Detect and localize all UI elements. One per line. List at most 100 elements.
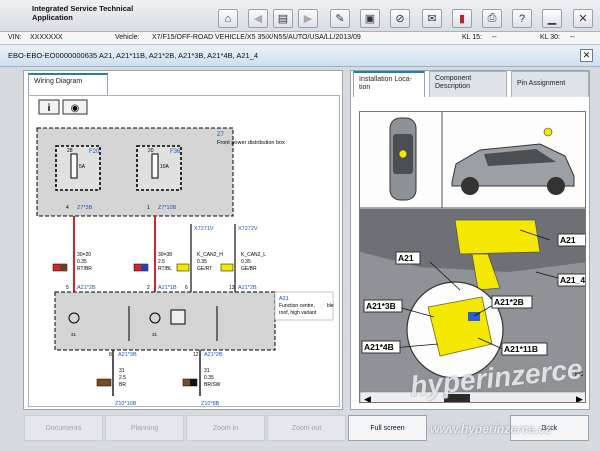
w5-spec-2: 2.5 [119, 375, 126, 381]
document-title: EBO-EBO-EO0000000635 A21, A21*11B, A21*2… [8, 51, 259, 60]
connector-a21-3b: A21*3B [118, 352, 137, 358]
a21-function-centre-box [54, 291, 276, 351]
vehicle-info-bar: VIN: XXXXXXX Vehicle: X7/F15/OFF-ROAD VE… [0, 32, 600, 45]
scroll-left-icon: ◀ [364, 394, 371, 403]
pin-12: 12 [193, 352, 199, 358]
car-top-view-image [389, 117, 417, 201]
kl30-label: KL 30: [540, 34, 560, 41]
z7-ref: Z7 [217, 132, 225, 138]
w2-spec-2: 2.5 [158, 259, 165, 265]
location-marker [543, 127, 553, 137]
battery-button[interactable]: ▮ [452, 9, 472, 28]
document-list-button[interactable]: ▤ [273, 9, 293, 28]
fuse-f20-symbol [70, 153, 78, 179]
tab-component-description[interactable]: Component Description [429, 71, 507, 97]
w6-spec-1: 31 [204, 368, 210, 374]
print-button[interactable]: ⎙ [482, 9, 502, 28]
tab-label: Component Description [435, 75, 472, 90]
w4-spec-3: GE/BR [241, 266, 257, 272]
close-document-button[interactable]: ✕ [580, 49, 593, 62]
minimize-icon: ▁ [547, 13, 557, 25]
tab-label: Wiring Diagram [34, 78, 83, 85]
document-icon: ▤ [277, 13, 289, 25]
zoom-out-button[interactable]: Zoom out [267, 415, 346, 441]
a21-side-text: ble [327, 303, 334, 309]
fuse-f36-pin: 20 [148, 148, 154, 154]
module-symbol [170, 309, 186, 325]
battery-icon: ▮ [458, 13, 466, 25]
wire-color-br-sw-stripe [190, 379, 197, 386]
w1-spec-2: 0.35 [77, 259, 87, 265]
w4-spec-1: K_CAN2_L [241, 252, 266, 258]
exit-button[interactable]: ✕ [573, 9, 593, 28]
a21-desc-1: Function centre, [279, 303, 315, 309]
vehicle-label: Vehicle: [115, 34, 140, 41]
tab-pin-assignment[interactable]: Pin Assignment [511, 71, 589, 97]
connector-a21-2b-1: A21*2B [77, 285, 96, 291]
vin-label: VIN: [8, 34, 22, 41]
location-marker [398, 149, 408, 159]
diagnosis-button[interactable]: ⊘ [390, 9, 410, 28]
planning-button[interactable]: Planning [105, 415, 184, 441]
mail-button[interactable]: ✉ [422, 9, 442, 28]
a21-desc-2: roof, high variant [279, 310, 317, 316]
wrench-icon: ✎ [335, 13, 345, 25]
connector-z7-10b: Z7*10B [158, 205, 177, 211]
app-title: Integrated Service Technical Application [32, 4, 134, 22]
tab-label: Pin Assignment [517, 80, 566, 87]
tab-wiring-diagram[interactable]: Wiring Diagram [28, 73, 108, 95]
tab-installation-location[interactable]: Installation Loca-tion [353, 71, 425, 97]
kl30-value: -- [570, 34, 575, 41]
printer-icon: ⎙ [487, 12, 497, 24]
wiring-diagram-panel: Wiring Diagram i ◉ Z7 Front power distri… [23, 70, 343, 410]
vehicle-value: X7/F15/OFF-ROAD VEHICLE/X5 35iX/N55/AUTO… [152, 34, 361, 41]
home-button[interactable]: ⌂ [218, 9, 238, 28]
pin-5: 5 [66, 285, 69, 291]
connector-x7271v: X7271V [194, 226, 214, 232]
connector-z10-10b: Z10*10B [115, 401, 137, 407]
fuse-f20-pin: 28 [67, 148, 73, 154]
kl15-label: KL 15: [462, 34, 482, 41]
service-button[interactable]: ✎ [330, 9, 350, 28]
w3-spec-1: K_CAN2_H [197, 252, 223, 258]
a21-title: A21 [279, 296, 289, 302]
pin-6: 6 [185, 285, 188, 291]
fuse-f36-symbol [151, 153, 159, 179]
wire-color-ge-br [220, 263, 234, 272]
help-button[interactable]: ? [512, 9, 532, 28]
close-icon: ✕ [582, 50, 591, 60]
scroll-right-icon: ▶ [576, 394, 583, 403]
view-button[interactable]: ◉ [62, 99, 88, 115]
pin-8: 8 [109, 352, 112, 358]
back-arrow-button[interactable]: ◀ [248, 9, 268, 28]
w5-spec-3: BR [119, 382, 126, 388]
pin-4: 4 [66, 205, 69, 211]
home-icon: ⌂ [224, 12, 232, 25]
measurement-button[interactable]: ▣ [360, 9, 380, 28]
full-screen-button[interactable]: Full screen [348, 415, 427, 441]
close-icon: ✕ [578, 13, 588, 25]
eye-icon: ◉ [71, 103, 80, 114]
pin-31b: 31 [152, 332, 158, 337]
zoom-in-button[interactable]: Zoom in [186, 415, 265, 441]
connector-a21-2b-3: A21*2B [204, 352, 223, 358]
photo-label-a21-2b: A21*2B [494, 297, 524, 307]
documents-button[interactable]: Documents [24, 415, 103, 441]
wire-color-rt-br-stripe [60, 264, 67, 271]
photo-label-a21-4: A21_4 [560, 275, 585, 285]
w3-spec-2: 0.35 [197, 259, 207, 265]
w1-spec-3: RT/BR [77, 266, 92, 272]
mail-icon: ✉ [427, 13, 437, 25]
info-button[interactable]: i [38, 99, 60, 115]
connector-z10-8b: Z10*8B [201, 401, 220, 407]
photo-label-a21-3b: A21*3B [366, 301, 396, 311]
minimize-button[interactable]: ▁ [542, 9, 562, 28]
photo-label-a21-11b: A21*11B [504, 344, 538, 354]
wiring-diagram-canvas[interactable]: i ◉ Z7 Front power distribution box 28 5… [28, 95, 340, 407]
fuse-f20-label: F20 [89, 149, 100, 155]
wire-color-rt-bl-stripe [141, 264, 148, 271]
forward-arrow-button[interactable]: ▶ [298, 9, 318, 28]
fuse-f36-rating: 10A [160, 164, 170, 170]
arrow-right-icon: ▶ [303, 13, 313, 25]
w2-spec-3: RT/BL [158, 266, 172, 272]
